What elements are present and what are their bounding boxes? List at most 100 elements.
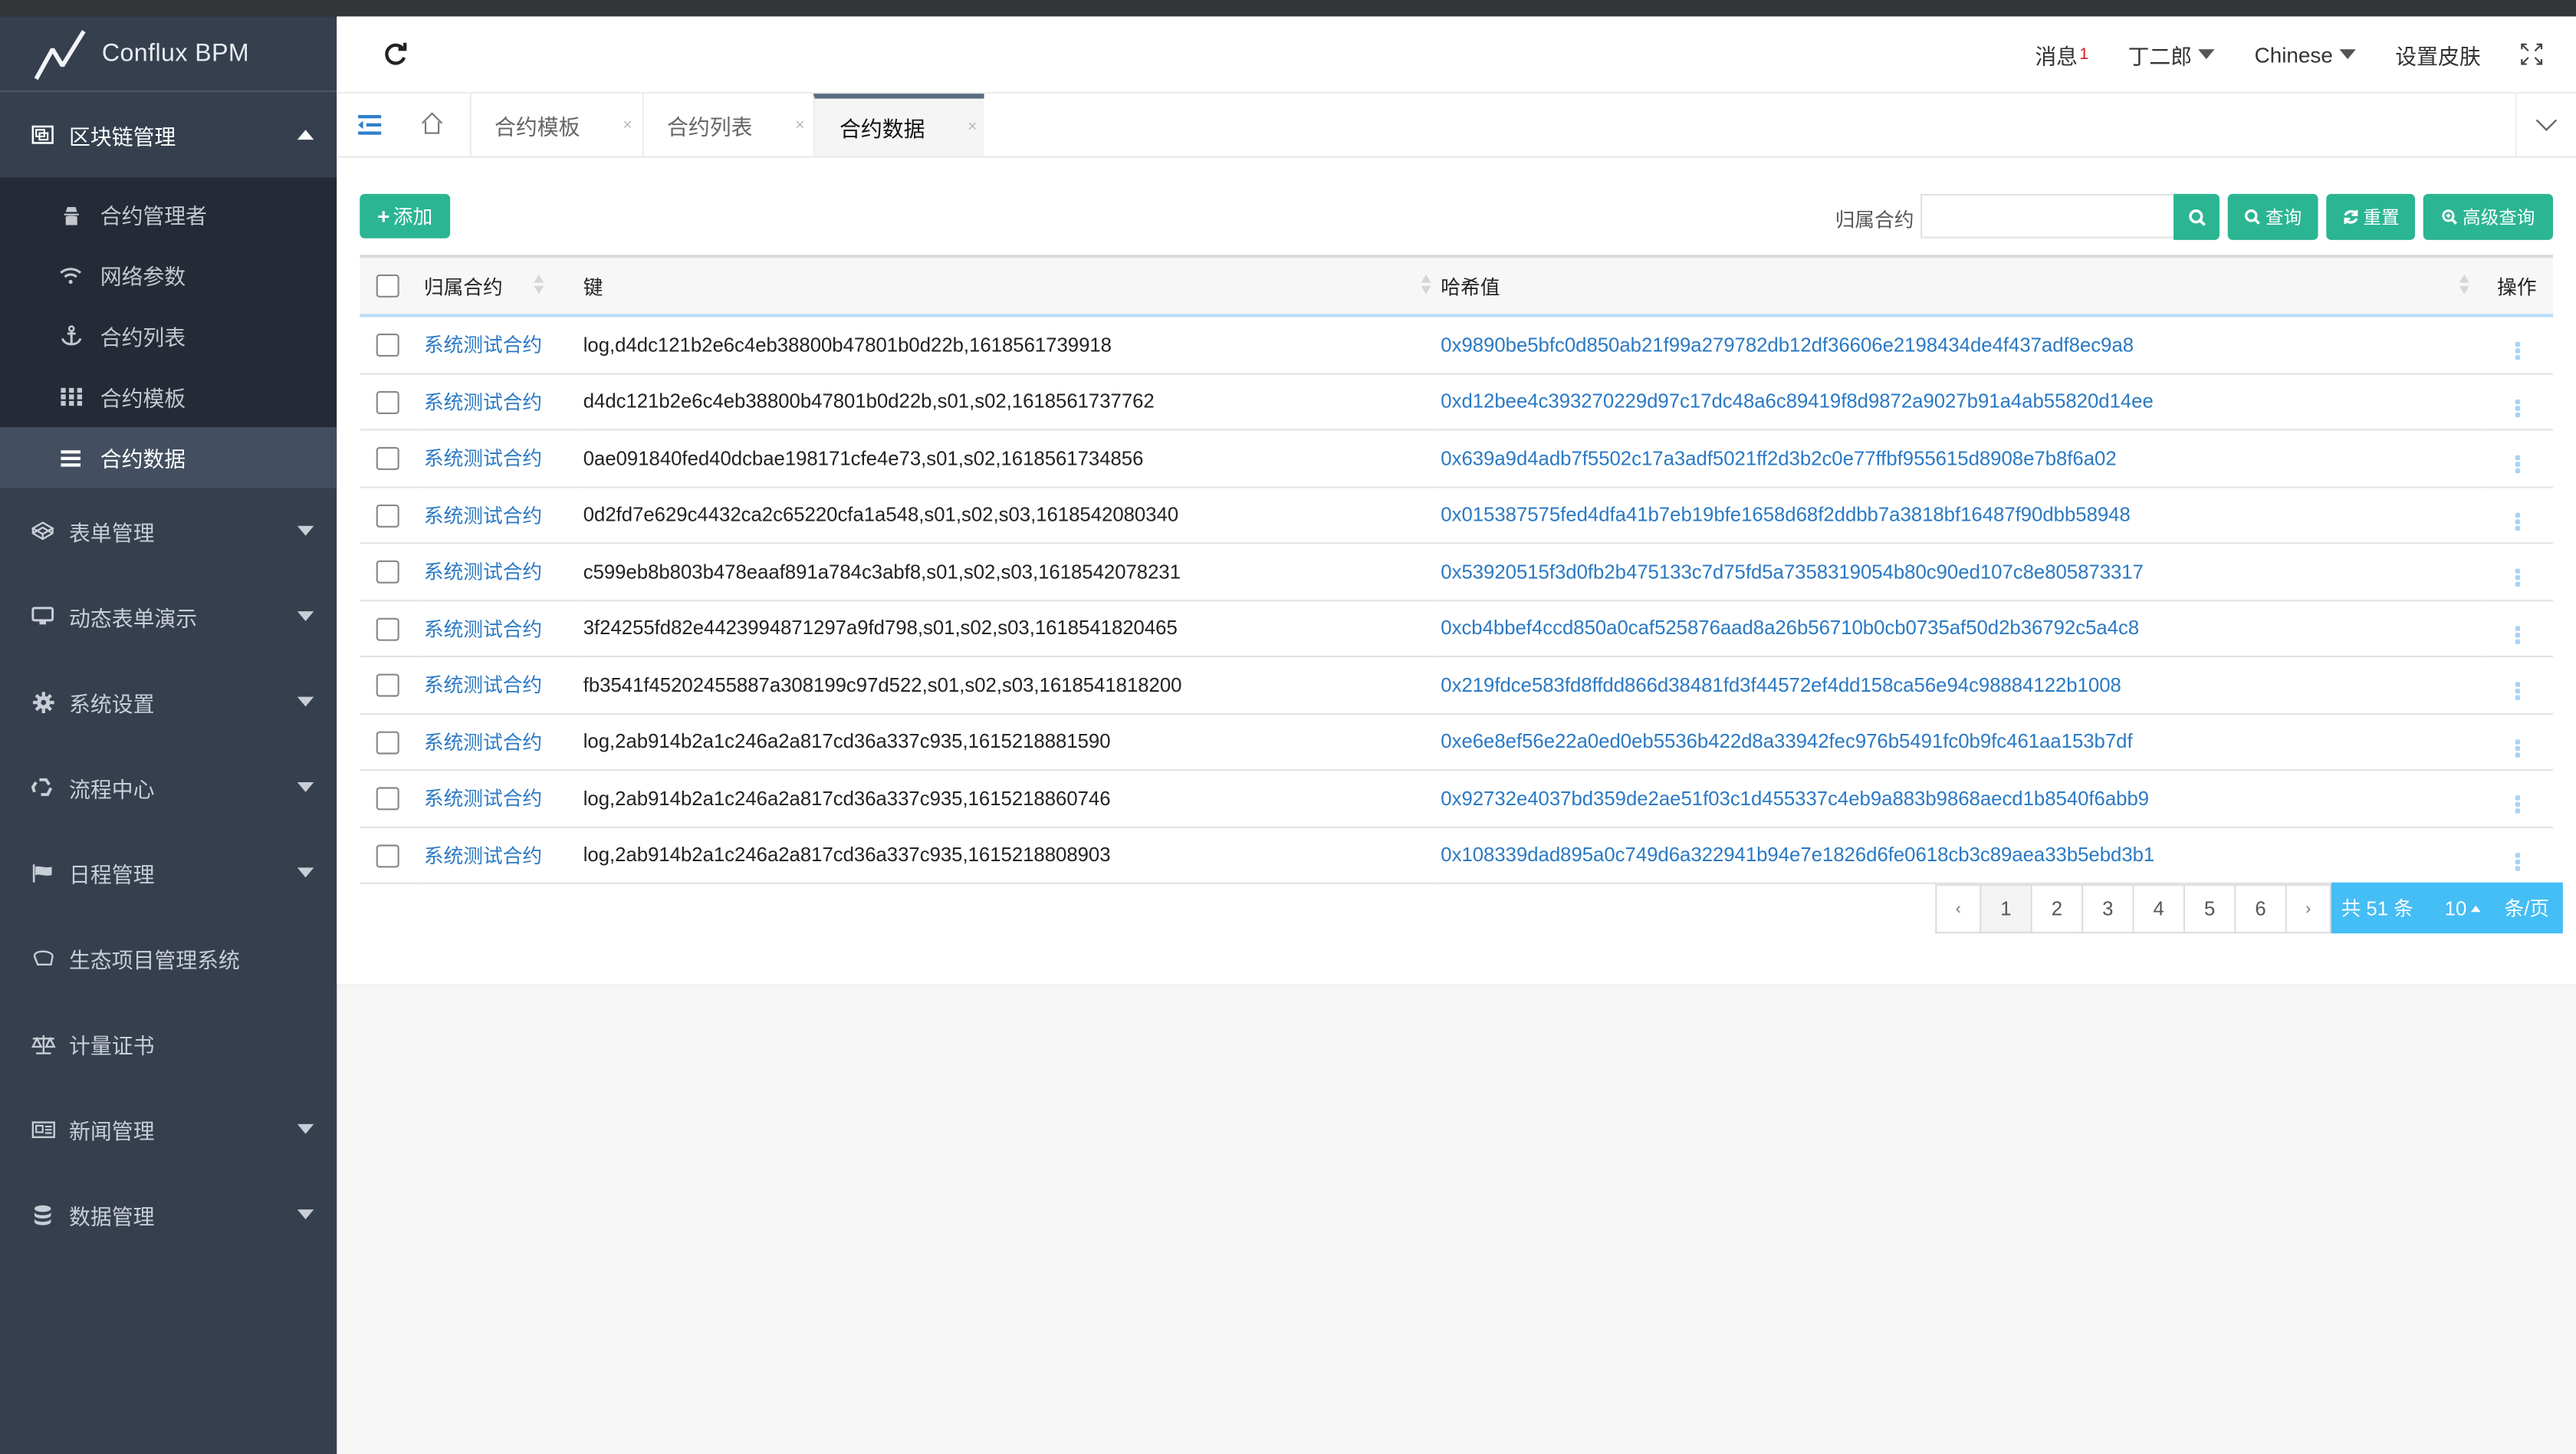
key-value: c599eb8b803b478eaaf891a784c3abf8,s01,s02… (583, 560, 1181, 584)
row-checkbox[interactable] (376, 334, 399, 357)
row-checkbox[interactable] (376, 390, 399, 414)
more-actions-icon[interactable] (2514, 456, 2520, 474)
more-actions-icon[interactable] (2514, 795, 2520, 814)
contract-search-input[interactable] (1921, 193, 2174, 238)
sort-icon[interactable] (1421, 274, 1433, 294)
brand-logo[interactable]: Conflux BPM (0, 16, 337, 92)
row-select-cell (360, 656, 422, 715)
row-checkbox[interactable] (376, 730, 399, 754)
advanced-query-button[interactable]: 高级查询 (2423, 193, 2553, 240)
skin-settings-button[interactable]: 设置皮肤 (2395, 38, 2480, 70)
menu-schedule-management[interactable]: 日程管理 (0, 830, 337, 915)
contract-link[interactable]: 系统测试合约 (424, 788, 542, 811)
tab-contract-list[interactable]: 合约列表 × (642, 94, 813, 156)
add-button[interactable]: + 添加 (360, 193, 451, 238)
row-checkbox[interactable] (376, 844, 399, 867)
home-icon[interactable] (419, 110, 445, 137)
hash-link[interactable]: 0xe6e8ef56e22a0ed0eb5536b422d8a33942fec9… (1441, 730, 2132, 753)
messages-button[interactable]: 消息 1 (2035, 38, 2088, 70)
contract-link[interactable]: 系统测试合约 (424, 334, 542, 357)
more-actions-icon[interactable] (2514, 568, 2520, 587)
sidebar-item-contract-list[interactable]: 合约列表 (0, 306, 337, 367)
column-header-contract[interactable]: 归属合约 (422, 256, 582, 315)
menu-eco-project-system[interactable]: 生态项目管理系统 (0, 916, 337, 1001)
search-button[interactable] (2174, 193, 2220, 240)
table-row: 系统测试合约 log,2ab914b2a1c246a2a817cd36a337c9… (360, 769, 2553, 827)
contract-link[interactable]: 系统测试合约 (424, 561, 542, 584)
contract-link[interactable]: 系统测试合约 (424, 504, 542, 527)
row-checkbox[interactable] (376, 787, 399, 811)
column-header-key[interactable]: 键 (582, 256, 1440, 315)
contract-link[interactable]: 系统测试合约 (424, 390, 542, 413)
menu-data-management[interactable]: 数据管理 (0, 1172, 337, 1257)
user-menu[interactable]: 丁二郎 (2128, 38, 2216, 70)
sidebar-toggle-icon[interactable] (356, 112, 383, 138)
menu-news-management[interactable]: 新闻管理 (0, 1086, 337, 1171)
more-actions-icon[interactable] (2514, 739, 2520, 758)
prev-page-button[interactable]: ‹ (1935, 883, 1980, 934)
page-button-3[interactable]: 3 (2082, 883, 2133, 934)
menu-workflow-center[interactable]: 流程中心 (0, 745, 337, 830)
more-actions-icon[interactable] (2514, 399, 2520, 417)
more-actions-icon[interactable] (2514, 682, 2520, 701)
tab-contract-data[interactable]: 合约数据 × (813, 94, 984, 156)
select-all-checkbox[interactable] (376, 275, 399, 298)
menu-label: 新闻管理 (69, 1118, 155, 1143)
app-root: Conflux BPM 区块链管理 合约管理者 网络参数 合约列表 合约模板 合… (0, 0, 2576, 1454)
row-checkbox[interactable] (376, 673, 399, 697)
sidebar-item-contract-data[interactable]: 合约数据 (0, 427, 337, 489)
tab-contract-templates[interactable]: 合约模板 × (469, 94, 642, 156)
contract-link[interactable]: 系统测试合约 (424, 731, 542, 754)
language-select[interactable]: Chinese (2255, 42, 2356, 67)
row-checkbox[interactable] (376, 617, 399, 640)
actions-cell (2480, 429, 2553, 488)
hash-link[interactable]: 0x639a9d4adb7f5502c17a3adf5021ff2d3b2c0e… (1441, 446, 2116, 469)
fullscreen-icon[interactable] (2520, 43, 2543, 66)
query-button[interactable]: 查询 (2227, 193, 2318, 240)
more-actions-icon[interactable] (2514, 342, 2520, 360)
tab-more-button[interactable] (2515, 94, 2576, 156)
more-actions-icon[interactable] (2514, 512, 2520, 531)
hash-link[interactable]: 0x219fdce583fd8ffdd866d38481fd3f44572ef4… (1441, 673, 2121, 696)
sidebar-item-contract-managers[interactable]: 合约管理者 (0, 184, 337, 245)
contract-link[interactable]: 系统测试合约 (424, 674, 542, 697)
menu-blockchain-management[interactable]: 区块链管理 (0, 92, 337, 177)
hash-link[interactable]: 0x53920515f3d0fb2b475133c7d75fd5a7358319… (1441, 560, 2144, 583)
more-actions-icon[interactable] (2514, 625, 2520, 644)
column-header-hash[interactable]: 哈希值 (1439, 256, 2481, 315)
hash-link[interactable]: 0x9890be5bfc0d850ab21f99a279782db12df366… (1441, 333, 2134, 356)
refresh-icon[interactable] (383, 41, 409, 67)
page-button-2[interactable]: 2 (2030, 883, 2082, 934)
hash-link[interactable]: 0x92732e4037bd359de2ae51f03c1d455337c4eb… (1441, 787, 2149, 810)
row-checkbox[interactable] (376, 447, 399, 471)
sidebar-item-contract-templates[interactable]: 合约模板 (0, 367, 337, 427)
hand-icon (30, 945, 56, 971)
page-button-4[interactable]: 4 (2132, 883, 2183, 934)
contract-link[interactable]: 系统测试合约 (424, 844, 542, 867)
close-icon[interactable]: × (795, 116, 805, 134)
page-button-1[interactable]: 1 (1980, 883, 2031, 934)
menu-dynamic-form-demo[interactable]: 动态表单演示 (0, 574, 337, 659)
contract-link[interactable]: 系统测试合约 (424, 617, 542, 640)
contract-link[interactable]: 系统测试合约 (424, 447, 542, 470)
page-button-6[interactable]: 6 (2234, 883, 2285, 934)
hash-link[interactable]: 0x108339dad895a0c749d6a322941b94e7e1826d… (1441, 844, 2154, 867)
next-page-button[interactable]: › (2285, 883, 2331, 934)
row-checkbox[interactable] (376, 504, 399, 528)
sort-icon[interactable] (2459, 274, 2471, 294)
hash-link[interactable]: 0xcb4bbef4ccd850a0caf525876aad8a26b56710… (1441, 617, 2139, 640)
row-checkbox[interactable] (376, 561, 399, 584)
sidebar-item-network-params[interactable]: 网络参数 (0, 245, 337, 305)
more-actions-icon[interactable] (2514, 852, 2520, 871)
reset-button[interactable]: 重置 (2326, 193, 2415, 240)
page-size-select[interactable]: 10 (2445, 896, 2482, 919)
page-button-5[interactable]: 5 (2183, 883, 2235, 934)
menu-metering-certificates[interactable]: 计量证书 (0, 1001, 337, 1086)
hash-link[interactable]: 0x015387575fed4dfa41b7eb19bfe1658d68f2dd… (1441, 503, 2130, 526)
close-icon[interactable]: × (968, 118, 978, 137)
menu-form-management[interactable]: 表单管理 (0, 488, 337, 573)
sort-icon[interactable] (534, 274, 545, 294)
close-icon[interactable]: × (623, 116, 632, 134)
menu-system-settings[interactable]: 系统设置 (0, 659, 337, 744)
hash-link[interactable]: 0xd12bee4c393270229d97c17dc48a6c89419f8d… (1441, 390, 2153, 413)
